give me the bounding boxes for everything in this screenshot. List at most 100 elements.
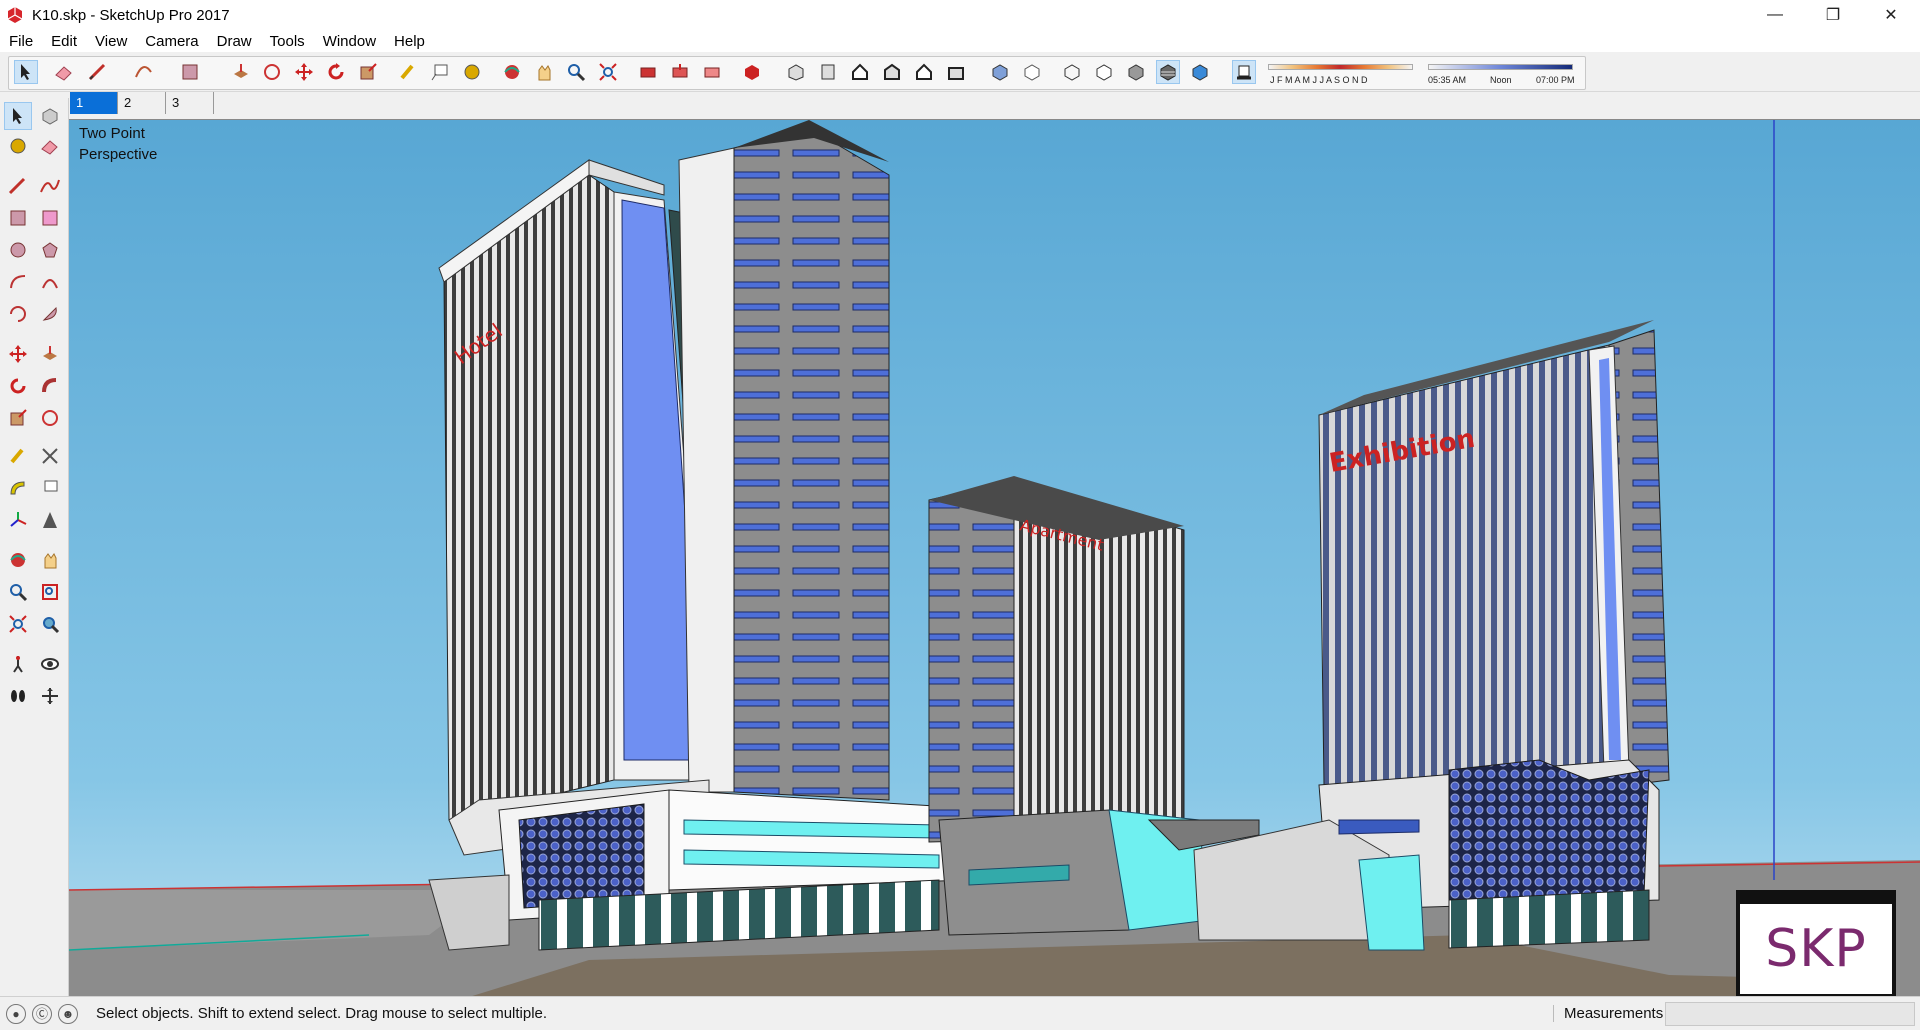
- hidden-line-style-icon[interactable]: [1092, 60, 1116, 84]
- orbit-tool-icon[interactable]: [4, 546, 32, 574]
- measurements-input[interactable]: [1665, 1002, 1915, 1026]
- two-point-arc-icon[interactable]: [36, 268, 64, 296]
- shaded-style-icon[interactable]: [1124, 60, 1148, 84]
- freehand-tool-icon[interactable]: [36, 172, 64, 200]
- shaded-textures-style-icon[interactable]: [1156, 60, 1180, 84]
- shadow-time-slider[interactable]: 05:35 AM Noon 07:00 PM: [1428, 62, 1578, 88]
- sketchup-app-icon: [7, 7, 23, 23]
- line-tool-icon[interactable]: [86, 60, 110, 84]
- credits-icon[interactable]: Ⓒ: [32, 1003, 52, 1024]
- zoom-extents-icon[interactable]: [596, 60, 620, 84]
- make-component-icon[interactable]: [36, 102, 64, 130]
- scale-tool-icon[interactable]: [356, 60, 380, 84]
- protractor-icon[interactable]: [4, 474, 32, 502]
- zoom-window-icon[interactable]: [36, 578, 64, 606]
- window-title: K10.skp - SketchUp Pro 2017: [32, 6, 230, 24]
- follow-me-icon[interactable]: [36, 372, 64, 400]
- model-viewport[interactable]: Hotel Apartment Exhibition Two Point Per…: [69, 119, 1920, 996]
- menu-window[interactable]: Window: [314, 33, 385, 50]
- extension-warehouse-icon[interactable]: [740, 60, 764, 84]
- scene-tab-2[interactable]: 2: [118, 92, 166, 114]
- menu-file[interactable]: File: [0, 33, 42, 50]
- three-point-arc-icon[interactable]: [4, 300, 32, 328]
- arc-tool-icon[interactable]: [132, 60, 156, 84]
- menu-tools[interactable]: Tools: [261, 33, 314, 50]
- right-view-icon[interactable]: [880, 60, 904, 84]
- rectangle-tool-icon[interactable]: [4, 204, 32, 232]
- text-tool-icon[interactable]: [36, 474, 64, 502]
- select-tool-icon[interactable]: [14, 60, 38, 84]
- pan-tool-icon[interactable]: [36, 546, 64, 574]
- pan-tool-icon[interactable]: [532, 60, 556, 84]
- skp-logo-text: SKP: [1740, 904, 1892, 994]
- scale-tool-icon[interactable]: [4, 404, 32, 432]
- tape-measure-icon[interactable]: [396, 60, 420, 84]
- left-view-icon[interactable]: [944, 60, 968, 84]
- axes-tool-icon[interactable]: [4, 506, 32, 534]
- pushpull-tool-icon[interactable]: [229, 60, 253, 84]
- zoom-tool-icon[interactable]: [4, 578, 32, 606]
- zoom-tool-icon[interactable]: [564, 60, 588, 84]
- scene-tab-1[interactable]: 1: [70, 92, 118, 114]
- minimize-icon[interactable]: —: [1746, 0, 1804, 30]
- scene-tab-3[interactable]: 3: [166, 92, 214, 114]
- eraser-tool-icon[interactable]: [36, 132, 64, 160]
- share-component-icon[interactable]: [668, 60, 692, 84]
- monochrome-style-icon[interactable]: [1188, 60, 1212, 84]
- move-tool-icon[interactable]: [292, 60, 316, 84]
- iso-view-icon[interactable]: [784, 60, 808, 84]
- wireframe-style-icon[interactable]: [1060, 60, 1084, 84]
- line-tool-icon[interactable]: [4, 172, 32, 200]
- rectangle-tool-icon[interactable]: [178, 60, 202, 84]
- time-end-label: 07:00 PM: [1536, 75, 1575, 85]
- circle-tool-icon[interactable]: [4, 236, 32, 264]
- menu-draw[interactable]: Draw: [208, 33, 261, 50]
- orbit-tool-icon[interactable]: [500, 60, 524, 84]
- offset-tool-icon[interactable]: [260, 60, 284, 84]
- close-icon[interactable]: ✕: [1862, 0, 1920, 30]
- paint-bucket-icon[interactable]: [460, 60, 484, 84]
- arc-tool-icon[interactable]: [4, 268, 32, 296]
- zoom-extents-icon[interactable]: [4, 610, 32, 638]
- menu-view[interactable]: View: [86, 33, 136, 50]
- top-view-icon[interactable]: [816, 60, 840, 84]
- tape-measure-icon[interactable]: [4, 442, 32, 470]
- rotated-rectangle-icon[interactable]: [36, 204, 64, 232]
- walk-tool-icon[interactable]: [4, 682, 32, 710]
- menu-help[interactable]: Help: [385, 33, 434, 50]
- camera-label-line2: Perspective: [79, 146, 158, 163]
- restore-icon[interactable]: ❐: [1804, 0, 1862, 30]
- offset-tool-icon[interactable]: [36, 404, 64, 432]
- xray-style-icon[interactable]: [988, 60, 1012, 84]
- eraser-tool-icon[interactable]: [52, 60, 76, 84]
- user-account-icon[interactable]: ☻: [58, 1003, 78, 1024]
- shadow-date-slider[interactable]: J F M A M J J A S O N D: [1268, 62, 1413, 88]
- large-tool-set: [0, 98, 69, 996]
- text-tool-icon[interactable]: [428, 60, 452, 84]
- geolocation-icon[interactable]: ●: [6, 1003, 26, 1024]
- front-view-icon[interactable]: [848, 60, 872, 84]
- select-tool-icon[interactable]: [4, 102, 32, 130]
- menu-camera[interactable]: Camera: [136, 33, 207, 50]
- camera-label-line1: Two Point: [79, 125, 145, 142]
- section-plane-icon[interactable]: [36, 682, 64, 710]
- menu-edit[interactable]: Edit: [42, 33, 86, 50]
- 3d-warehouse-icon[interactable]: [636, 60, 660, 84]
- pushpull-tool-icon[interactable]: [36, 340, 64, 368]
- move-tool-icon[interactable]: [4, 340, 32, 368]
- look-around-icon[interactable]: [36, 650, 64, 678]
- previous-view-icon[interactable]: [36, 610, 64, 638]
- position-camera-icon[interactable]: [4, 650, 32, 678]
- pie-tool-icon[interactable]: [36, 300, 64, 328]
- share-model-icon[interactable]: [700, 60, 724, 84]
- paint-bucket-icon[interactable]: [4, 132, 32, 160]
- hotel-tower: Hotel: [438, 120, 890, 856]
- polygon-tool-icon[interactable]: [36, 236, 64, 264]
- rotate-tool-icon[interactable]: [4, 372, 32, 400]
- back-view-icon[interactable]: [912, 60, 936, 84]
- shadows-toggle-icon[interactable]: [1232, 60, 1256, 84]
- 3d-text-icon[interactable]: [36, 506, 64, 534]
- backedges-style-icon[interactable]: [1020, 60, 1044, 84]
- dimension-tool-icon[interactable]: [36, 442, 64, 470]
- rotate-tool-icon[interactable]: [324, 60, 348, 84]
